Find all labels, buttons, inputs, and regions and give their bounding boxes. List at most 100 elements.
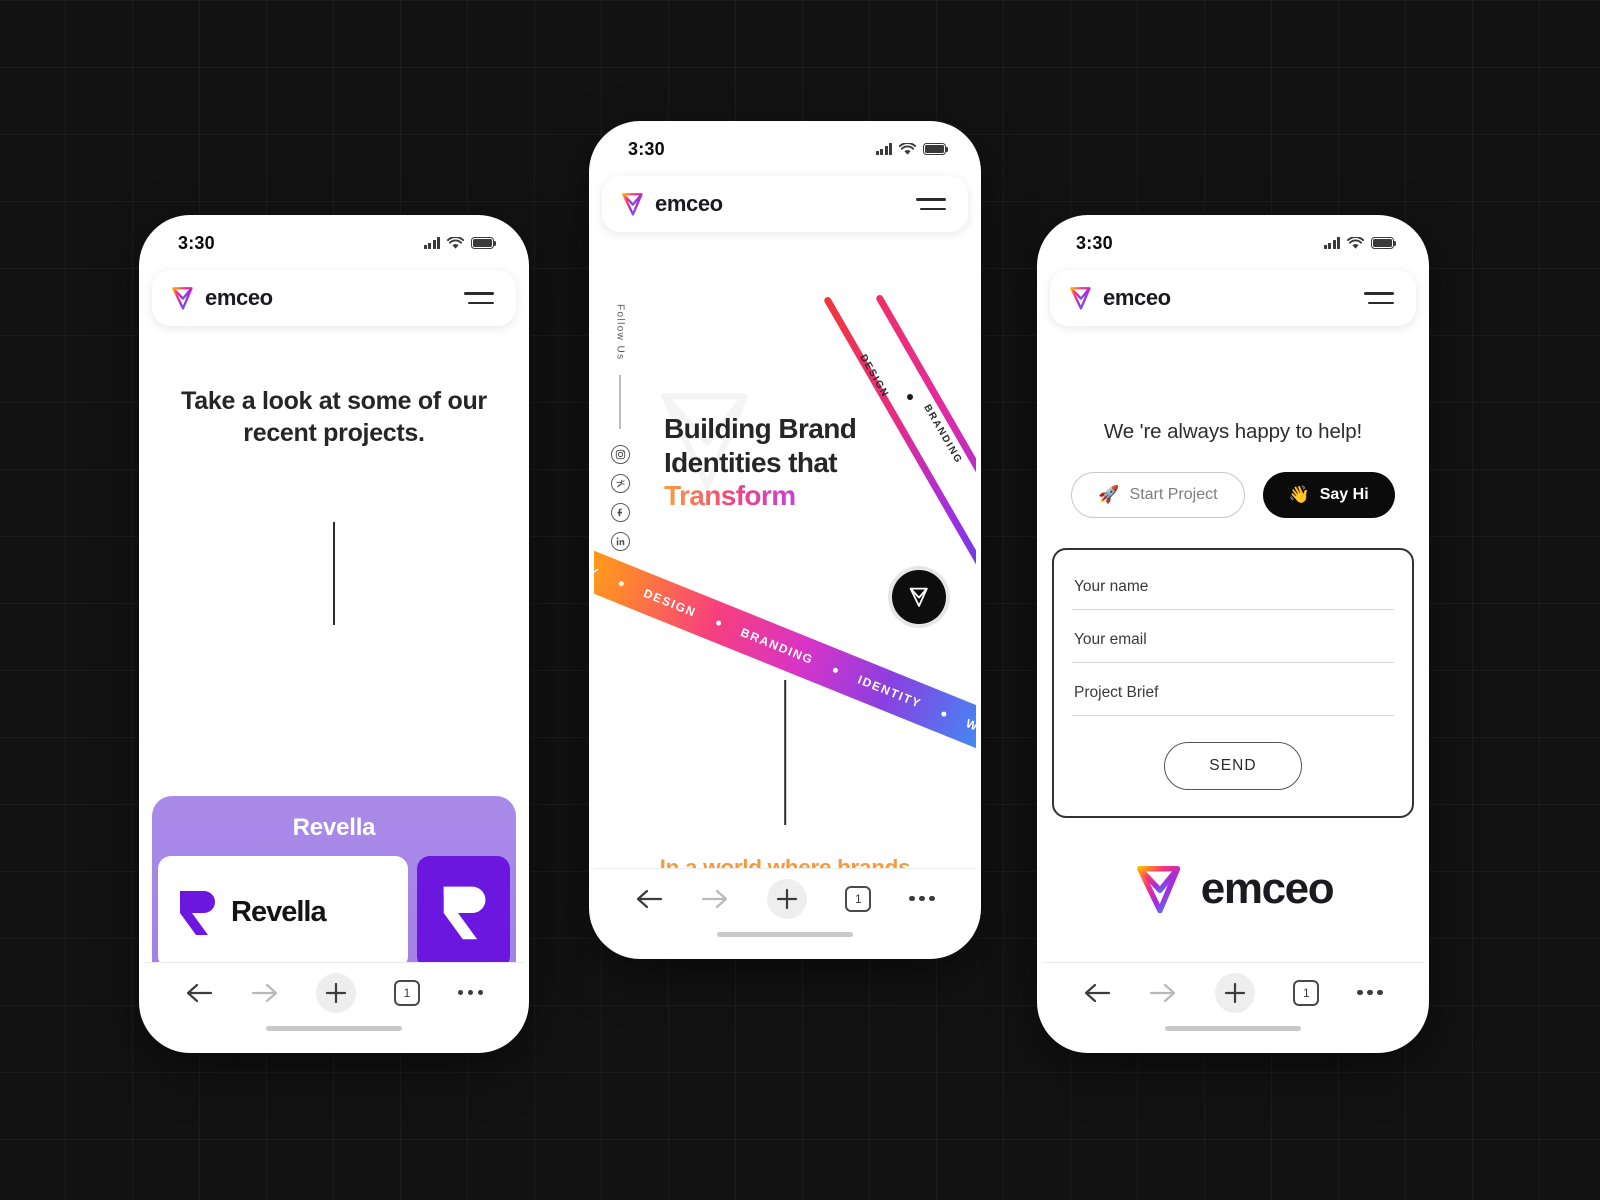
status-bar-time: 3:30 bbox=[178, 232, 215, 253]
site-header: emceo bbox=[152, 270, 516, 326]
hero-section: Follow Us DESIGN BRANDING Building Brand… bbox=[594, 232, 976, 868]
tile-logo-wordmark: Revella bbox=[231, 896, 327, 928]
follow-us-rail: Follow Us bbox=[602, 304, 638, 561]
site-header: emceo bbox=[1050, 270, 1416, 326]
follow-us-label: Follow Us bbox=[614, 304, 626, 361]
emceo-seal-icon[interactable] bbox=[892, 570, 946, 624]
ribbon-item-4: WE bbox=[963, 716, 976, 738]
rail-divider bbox=[619, 374, 621, 429]
linkedin-icon[interactable] bbox=[610, 531, 630, 551]
brand-name: emceo bbox=[655, 191, 723, 216]
wifi-icon bbox=[1347, 236, 1364, 249]
email-field[interactable]: Your email bbox=[1072, 627, 1394, 663]
facebook-icon[interactable] bbox=[610, 502, 630, 522]
footer-brand-name: emceo bbox=[1200, 864, 1335, 913]
site-header: emceo bbox=[602, 176, 968, 232]
page-viewport-right: We 're always happy to help! 🚀 Start Pro… bbox=[1042, 326, 1424, 962]
status-bar-time: 3:30 bbox=[1076, 232, 1113, 253]
wifi-icon bbox=[899, 142, 916, 155]
tab-count-button[interactable]: 1 bbox=[393, 979, 420, 1006]
seal-logo-glyph bbox=[909, 587, 928, 607]
status-bar: 3:30 bbox=[144, 220, 524, 266]
new-tab-plus-icon[interactable] bbox=[316, 972, 357, 1013]
status-bar-time: 3:30 bbox=[628, 138, 665, 159]
tile-logo-light: Revella bbox=[158, 856, 408, 962]
start-project-label: Start Project bbox=[1129, 486, 1218, 503]
menu-button[interactable] bbox=[464, 292, 494, 304]
project-brief-field[interactable]: Project Brief bbox=[1072, 680, 1394, 716]
revella-r-white-icon bbox=[443, 886, 485, 939]
hero-title-line-2: Identities that bbox=[664, 446, 838, 478]
menu-button[interactable] bbox=[1364, 292, 1394, 304]
cellular-signal-icon bbox=[423, 237, 440, 249]
instagram-icon[interactable] bbox=[610, 444, 630, 464]
stripe-dot bbox=[907, 394, 913, 400]
cta-row: 🚀 Start Project 👋 Say Hi bbox=[1042, 472, 1424, 518]
forward-arrow-icon[interactable] bbox=[251, 982, 279, 1004]
start-project-button[interactable]: 🚀 Start Project bbox=[1071, 472, 1245, 518]
brand-logo[interactable]: emceo bbox=[620, 191, 723, 217]
phone-center: 3:30 emceo Follow Us DESIGN BRANDING Bui… bbox=[594, 126, 976, 954]
tab-count-button[interactable]: 1 bbox=[1293, 979, 1320, 1006]
project-card-revella[interactable]: Revella Revella bbox=[152, 796, 516, 962]
forward-arrow-icon[interactable] bbox=[1149, 982, 1177, 1004]
home-indicator bbox=[1042, 1022, 1424, 1048]
ribbon-item-1: DESIGN bbox=[641, 585, 699, 620]
brand-logo[interactable]: emceo bbox=[1068, 285, 1171, 311]
tab-count-button[interactable]: 1 bbox=[845, 885, 872, 912]
menu-button[interactable] bbox=[916, 198, 946, 210]
ribbon-item-2: BRANDING bbox=[738, 625, 816, 668]
dribbble-icon[interactable] bbox=[610, 473, 630, 493]
revella-r-icon bbox=[180, 890, 215, 935]
tile-logo-dark bbox=[417, 856, 510, 962]
hero-title: Building Brand Identities that Transform bbox=[664, 412, 924, 513]
vertical-divider bbox=[333, 522, 335, 625]
contact-heading: We 're always happy to help! bbox=[1103, 420, 1363, 443]
more-dots-icon[interactable] bbox=[909, 895, 935, 902]
new-tab-plus-icon[interactable] bbox=[767, 878, 808, 919]
back-arrow-icon[interactable] bbox=[635, 888, 663, 910]
battery-full-icon bbox=[471, 237, 497, 249]
emceo-logo-icon bbox=[622, 193, 643, 216]
home-indicator bbox=[144, 1022, 524, 1048]
more-dots-icon[interactable] bbox=[1357, 989, 1383, 996]
project-tiles-row-1: Revella bbox=[152, 856, 516, 962]
page-viewport-center: Follow Us DESIGN BRANDING Building Brand… bbox=[594, 232, 976, 868]
say-hi-button[interactable]: 👋 Say Hi bbox=[1262, 472, 1395, 518]
hero-title-line-1: Building Brand bbox=[664, 413, 857, 444]
stripe-label-design: DESIGN bbox=[857, 352, 891, 400]
home-indicator bbox=[594, 928, 976, 954]
wifi-icon bbox=[447, 236, 464, 249]
browser-toolbar: 1 bbox=[144, 962, 524, 1022]
status-bar: 3:30 bbox=[594, 126, 976, 172]
browser-toolbar: 1 bbox=[594, 868, 976, 928]
projects-heading: Take a look at some of our recent projec… bbox=[181, 387, 487, 447]
new-tab-plus-icon[interactable] bbox=[1215, 972, 1256, 1013]
name-field[interactable]: Your name bbox=[1072, 574, 1394, 610]
browser-toolbar: 1 bbox=[1042, 962, 1424, 1022]
status-bar: 3:30 bbox=[1042, 220, 1424, 266]
hero-paragraph: In a world where brands speak louder tha… bbox=[608, 852, 962, 868]
wave-hand-icon: 👋 bbox=[1288, 485, 1310, 504]
page-viewport-left: Take a look at some of our recent projec… bbox=[144, 326, 524, 962]
back-arrow-icon[interactable] bbox=[185, 982, 213, 1004]
hero-vertical-divider bbox=[784, 680, 786, 825]
say-hi-label: Say Hi bbox=[1319, 486, 1369, 503]
more-dots-icon[interactable] bbox=[457, 989, 484, 996]
ribbon-item-0: VITY bbox=[594, 555, 602, 581]
emceo-logo-icon bbox=[1070, 287, 1091, 310]
forward-arrow-icon[interactable] bbox=[701, 888, 729, 910]
battery-full-icon bbox=[1371, 237, 1397, 249]
send-row: SEND bbox=[1072, 742, 1394, 790]
back-arrow-icon[interactable] bbox=[1083, 982, 1111, 1004]
send-button[interactable]: SEND bbox=[1164, 742, 1302, 790]
cellular-signal-icon bbox=[1323, 237, 1340, 249]
status-bar-icons bbox=[1323, 236, 1397, 250]
contact-form: Your name Your email Project Brief SEND bbox=[1052, 548, 1414, 818]
project-card-title: Revella bbox=[292, 814, 376, 841]
brand-name: emceo bbox=[205, 285, 273, 310]
phone-right: 3:30 emceo We 're always happy to help! bbox=[1042, 220, 1424, 1048]
brand-logo[interactable]: emceo bbox=[170, 285, 273, 311]
hero-title-accent: Transform bbox=[664, 479, 924, 513]
rocket-icon: 🚀 bbox=[1098, 485, 1120, 504]
